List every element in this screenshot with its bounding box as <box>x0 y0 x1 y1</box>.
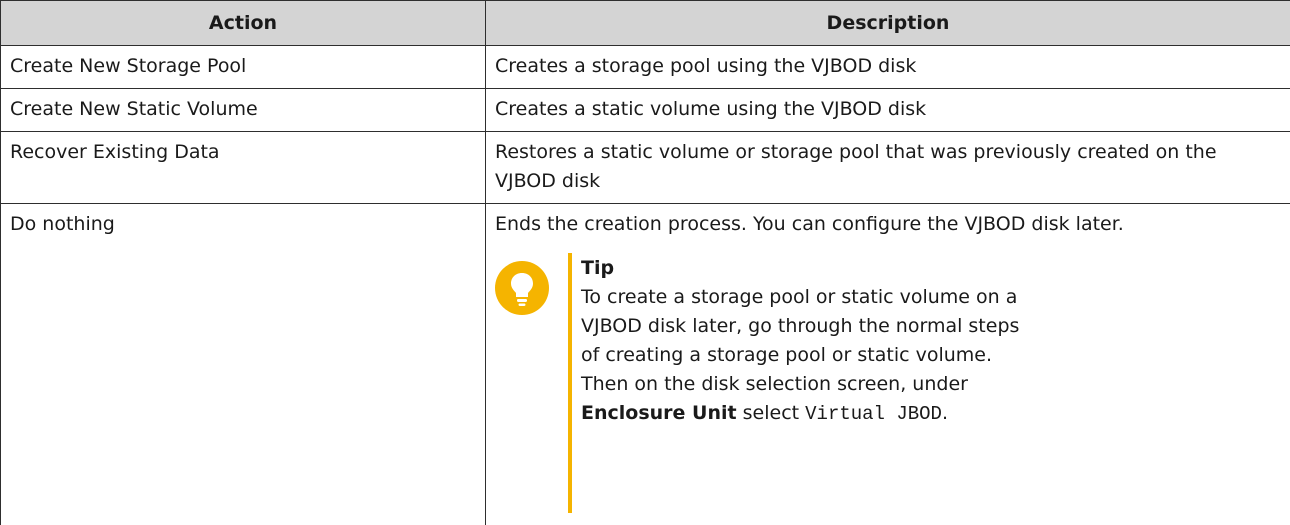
table-header-row: Action Description <box>1 1 1290 46</box>
action-cell: Recover Existing Data <box>1 132 486 204</box>
tip-text: To create a storage pool or static volum… <box>581 283 1031 429</box>
header-description: Description <box>486 1 1290 46</box>
tip-callout: Tip To create a storage pool or static v… <box>495 253 1281 519</box>
description-cell: Restores a static volume or storage pool… <box>486 132 1290 204</box>
table-row: Do nothing Ends the creation process. Yo… <box>1 204 1290 525</box>
tip-text-part-3: . <box>942 402 948 424</box>
tip-body: Tip To create a storage pool or static v… <box>581 253 1031 429</box>
table-row: Create New Static Volume Creates a stati… <box>1 89 1290 132</box>
actions-table: Action Description Create New Storage Po… <box>0 0 1290 525</box>
tip-title: Tip <box>581 253 1031 283</box>
description-text: Ends the creation process. You can confi… <box>495 210 1281 239</box>
action-cell: Do nothing <box>1 204 486 525</box>
description-cell: Creates a static volume using the VJBOD … <box>486 89 1290 132</box>
tip-text-part-2: select <box>743 402 799 424</box>
table-row: Recover Existing Data Restores a static … <box>1 132 1290 204</box>
tip-code-virtual-jbod: Virtual JBOD <box>805 403 942 425</box>
description-cell: Creates a storage pool using the VJBOD d… <box>486 46 1290 89</box>
header-action: Action <box>1 1 486 46</box>
action-cell: Create New Static Volume <box>1 89 486 132</box>
tip-bold-enclosure-unit: Enclosure Unit <box>581 402 737 424</box>
lightbulb-icon <box>495 261 549 315</box>
tip-text-part-1: To create a storage pool or static volum… <box>581 286 1019 395</box>
description-cell: Ends the creation process. You can confi… <box>486 204 1290 525</box>
tip-accent-bar <box>568 253 572 513</box>
table-row: Create New Storage Pool Creates a storag… <box>1 46 1290 89</box>
action-cell: Create New Storage Pool <box>1 46 486 89</box>
